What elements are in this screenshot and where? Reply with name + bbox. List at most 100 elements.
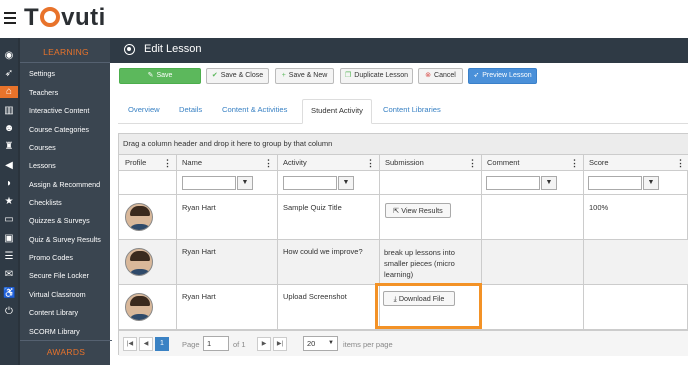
sidebar-item-quiz-survey-results[interactable]: Quiz & Survey Results bbox=[29, 235, 101, 244]
sidebar-item-quizzes-surveys[interactable]: Quizzes & Surveys bbox=[29, 216, 90, 225]
icon-rail: ◉ ➶ ⌂ ▥ ☻ ♜ ◀ ◗ ★ ▭ ▣ ☰ ✉ ♿ ⏻ bbox=[0, 38, 18, 365]
sidebar-item-content-library[interactable]: Content Library bbox=[29, 308, 78, 317]
current-page-button[interactable]: 1 bbox=[155, 337, 169, 351]
column-menu-icon[interactable]: ⋮ bbox=[676, 155, 685, 171]
score-cell: 100% bbox=[589, 203, 609, 212]
id-badge-icon[interactable]: ▣ bbox=[3, 233, 15, 245]
page-count-label: of 1 bbox=[233, 340, 246, 349]
sidebar-section-awards: AWARDS bbox=[46, 347, 86, 357]
last-page-button[interactable]: ▶| bbox=[273, 337, 287, 351]
filter-icon[interactable]: ▼ bbox=[541, 176, 557, 190]
sidebar-item-lessons[interactable]: Lessons bbox=[29, 161, 56, 170]
duplicate-lesson-button[interactable]: ❐ Duplicate Lesson bbox=[340, 68, 413, 84]
accessibility-icon[interactable]: ♿ bbox=[3, 288, 15, 300]
preview-lesson-button[interactable]: ➶ Preview Lesson bbox=[468, 68, 537, 84]
column-header-name[interactable]: Name ⋮ bbox=[176, 154, 277, 171]
sidebar-divider bbox=[20, 340, 112, 341]
activity-cell: Sample Quiz Title bbox=[283, 203, 342, 212]
sidebar-item-checklists[interactable]: Checklists bbox=[29, 198, 62, 207]
name-filter-input[interactable] bbox=[182, 176, 236, 190]
dashboard-icon[interactable]: ◉ bbox=[3, 50, 15, 62]
column-header-comment[interactable]: Comment ⋮ bbox=[481, 154, 583, 171]
next-page-button[interactable]: ▶ bbox=[257, 337, 271, 351]
tab-details[interactable]: Details bbox=[179, 105, 202, 114]
sidebar-item-settings[interactable]: Settings bbox=[29, 69, 55, 78]
sidebar-item-virtual-classroom[interactable]: Virtual Classroom bbox=[29, 290, 86, 299]
activity-filter-input[interactable] bbox=[283, 176, 337, 190]
lesson-status-icon bbox=[124, 44, 135, 55]
graduation-cap-icon[interactable]: ⌂ bbox=[0, 86, 18, 98]
tab-content-activities[interactable]: Content & Activities bbox=[222, 105, 287, 114]
comment-filter-input[interactable] bbox=[486, 176, 540, 190]
tab-content-libraries[interactable]: Content Libraries bbox=[383, 105, 441, 114]
column-separator bbox=[277, 154, 278, 330]
column-header-score[interactable]: Score ⋮ bbox=[583, 154, 688, 171]
sidebar-item-teachers[interactable]: Teachers bbox=[29, 88, 58, 97]
column-menu-icon[interactable]: ⋮ bbox=[264, 155, 273, 171]
column-menu-icon[interactable]: ⋮ bbox=[468, 155, 477, 171]
list-icon[interactable]: ☰ bbox=[3, 251, 15, 263]
power-icon[interactable]: ⏻ bbox=[3, 306, 15, 318]
column-header-profile[interactable]: Profile ⋮ bbox=[119, 154, 176, 171]
name-cell: Ryan Hart bbox=[182, 292, 216, 301]
column-menu-icon[interactable]: ⋮ bbox=[570, 155, 579, 171]
save-new-button[interactable]: + Save & New bbox=[275, 68, 334, 84]
sidebar-item-assign-recommend[interactable]: Assign & Recommend bbox=[29, 180, 100, 189]
sidebar-item-secure-file-locker[interactable]: Secure File Locker bbox=[29, 271, 89, 280]
column-header-activity[interactable]: Activity ⋮ bbox=[277, 154, 379, 171]
table-row: Ryan Hart Sample Quiz Title ⇱ View Resul… bbox=[119, 195, 688, 240]
tovuti-logo[interactable]: Tvuti bbox=[24, 4, 106, 32]
column-separator bbox=[176, 154, 177, 330]
star-icon[interactable]: ★ bbox=[3, 196, 15, 208]
save-button[interactable]: ✎ Save bbox=[119, 68, 201, 84]
sidebar-item-course-categories[interactable]: Course Categories bbox=[29, 125, 89, 134]
submission-text-cell: break up lessons into smaller pieces (mi… bbox=[384, 248, 455, 279]
credit-card-icon[interactable]: ▭ bbox=[3, 214, 15, 226]
page-number-input[interactable]: 1 bbox=[203, 336, 229, 351]
column-menu-icon[interactable]: ⋮ bbox=[163, 155, 172, 171]
filter-row: ▼ ▼ ▼ ▼ bbox=[119, 171, 688, 195]
save-icon: ✎ bbox=[147, 72, 154, 79]
sidebar-item-promo-codes[interactable]: Promo Codes bbox=[29, 253, 73, 262]
avatar bbox=[125, 293, 153, 321]
top-bar: Tvuti bbox=[0, 0, 688, 38]
tab-overview[interactable]: Overview bbox=[128, 105, 160, 114]
avatar bbox=[125, 248, 153, 276]
score-filter-input[interactable] bbox=[588, 176, 642, 190]
sidebar-item-interactive-content[interactable]: Interactive Content bbox=[29, 106, 89, 115]
view-results-button[interactable]: ⇱ View Results bbox=[385, 203, 451, 218]
filter-icon[interactable]: ▼ bbox=[237, 176, 253, 190]
column-header-submission[interactable]: Submission ⋮ bbox=[379, 154, 481, 171]
table-row: Ryan Hart How could we improve? break up… bbox=[119, 240, 688, 285]
plus-icon: + bbox=[281, 72, 286, 79]
check-icon: ✔ bbox=[211, 72, 218, 79]
hamburger-menu-icon[interactable] bbox=[4, 12, 16, 24]
cancel-button[interactable]: ⊗ Cancel bbox=[418, 68, 463, 84]
megaphone-icon[interactable]: ◀ bbox=[3, 160, 15, 172]
items-per-page-label: items per page bbox=[343, 340, 393, 349]
column-separator bbox=[583, 154, 584, 330]
chevron-down-icon: ▼ bbox=[328, 340, 334, 346]
bar-chart-icon[interactable]: ▥ bbox=[3, 105, 15, 117]
column-menu-icon[interactable]: ⋮ bbox=[366, 155, 375, 171]
filter-icon[interactable]: ▼ bbox=[338, 176, 354, 190]
save-close-button[interactable]: ✔ Save & Close bbox=[206, 68, 269, 84]
sidebar-item-scorm-library[interactable]: SCORM Library bbox=[29, 327, 80, 336]
pager: |◀ ◀ 1 Page 1 of 1 ▶ ▶| 20 ▼ items per pa… bbox=[119, 330, 688, 356]
highlight-box bbox=[375, 283, 482, 329]
sidebar: LEARNING Settings Teachers Interactive C… bbox=[18, 38, 112, 365]
name-cell: Ryan Hart bbox=[182, 203, 216, 212]
page-size-select[interactable]: 20 ▼ bbox=[303, 336, 338, 351]
filter-icon[interactable]: ▼ bbox=[643, 176, 659, 190]
trophy-icon[interactable]: ♜ bbox=[3, 141, 15, 153]
rss-icon[interactable]: ◗ bbox=[3, 178, 15, 190]
first-page-button[interactable]: |◀ bbox=[123, 337, 137, 351]
chat-icon[interactable]: ✉ bbox=[3, 269, 15, 281]
previous-page-button[interactable]: ◀ bbox=[139, 337, 153, 351]
rocket-icon[interactable]: ➶ bbox=[3, 68, 15, 80]
activity-cell: Upload Screenshot bbox=[283, 292, 347, 301]
users-icon[interactable]: ☻ bbox=[3, 123, 15, 135]
tab-bar: Overview Details Content & Activities St… bbox=[118, 99, 688, 124]
tab-student-activity[interactable]: Student Activity bbox=[302, 99, 372, 124]
sidebar-item-courses[interactable]: Courses bbox=[29, 143, 56, 152]
